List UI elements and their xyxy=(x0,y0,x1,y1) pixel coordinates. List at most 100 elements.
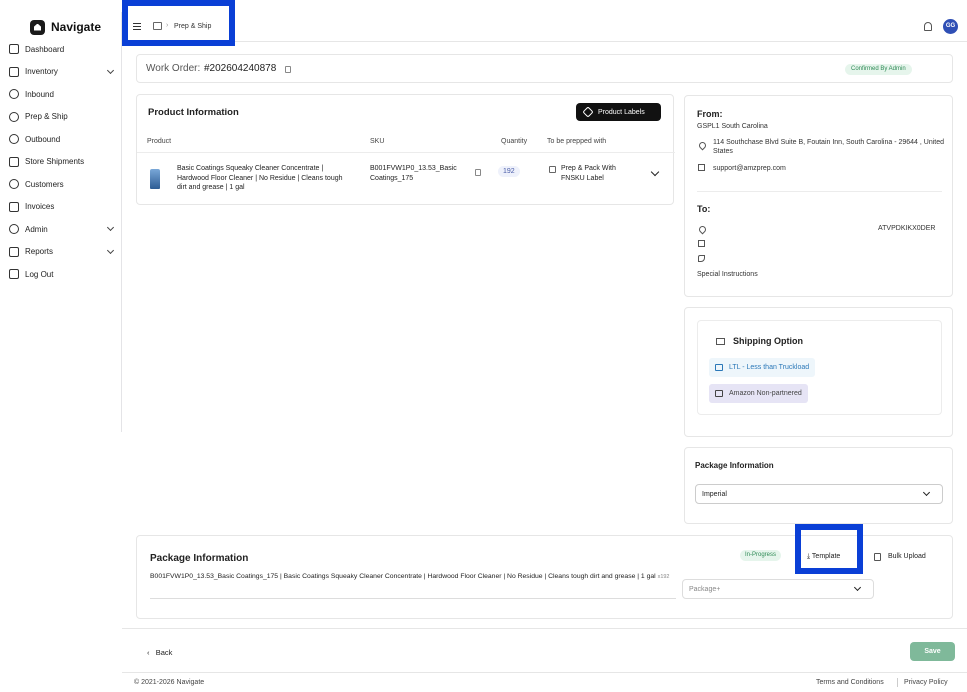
sidebar-item-label: Inventory xyxy=(25,67,58,77)
product-info-title: Product Information xyxy=(148,107,239,118)
sidebar-item-store-shipments[interactable]: Store Shipments xyxy=(0,151,121,174)
column-header-quantity: Quantity xyxy=(501,138,528,145)
top-header: › Prep & Ship GG xyxy=(122,0,967,46)
users-icon xyxy=(9,179,19,190)
from-email[interactable]: support@amzprep.com xyxy=(713,164,786,173)
sidebar-item-label: Prep & Ship xyxy=(25,112,68,122)
brand[interactable]: Navigate xyxy=(0,12,121,36)
outbound-icon xyxy=(9,134,19,145)
phone-icon xyxy=(698,255,705,262)
sidebar-item-label: Log Out xyxy=(25,269,54,279)
bulk-upload-label: Bulk Upload xyxy=(888,553,926,560)
invoice-icon xyxy=(9,201,19,212)
from-heading: From: xyxy=(697,109,723,119)
divider xyxy=(137,152,675,153)
terms-link[interactable]: Terms and Conditions xyxy=(816,679,884,686)
product-sku: B001FVW1P0_13.53_Basic Coatings_175 xyxy=(370,165,457,182)
unit-select[interactable]: Imperial xyxy=(695,484,943,504)
sidebar-item-label: Inbound xyxy=(25,89,54,99)
shipping-option-amazon-label: Amazon Non-partnered xyxy=(729,390,802,397)
unit-select-value: Imperial xyxy=(702,490,727,498)
product-labels-button[interactable]: Product Labels xyxy=(576,103,661,121)
shipping-option-ltl[interactable]: LTL - Less than Truckload xyxy=(709,358,816,377)
sidebar-item-admin[interactable]: Admin xyxy=(0,218,121,241)
divider xyxy=(897,678,898,687)
column-header-product: Product xyxy=(147,138,172,145)
product-name: Basic Coatings Squeaky Cleaner Concentra… xyxy=(177,165,343,191)
avatar[interactable]: GG xyxy=(943,19,958,34)
truck-icon xyxy=(716,338,725,345)
package-product-text: B001FVW1P0_13.53_Basic Coatings_175 | Ba… xyxy=(150,573,656,580)
tag-icon xyxy=(582,106,594,118)
sidebar-item-dashboard[interactable]: Dashboard xyxy=(0,38,121,61)
shipping-option-card: Shipping Option LTL - Less than Truckloa… xyxy=(684,307,953,437)
chevron-down-icon xyxy=(922,488,931,497)
prep-method-label: Prep & Pack With FNSKU Label xyxy=(561,165,616,182)
shipping-option-amazon[interactable]: Amazon Non-partnered xyxy=(709,384,808,403)
label-icon xyxy=(549,166,556,173)
shipping-option-title: Shipping Option xyxy=(733,336,803,346)
sidebar-item-label: Store Shipments xyxy=(25,157,85,167)
bell-icon[interactable] xyxy=(924,22,932,31)
sidebar-item-label: Outbound xyxy=(25,134,61,144)
product-labels-label: Product Labels xyxy=(598,108,645,116)
location-icon xyxy=(697,224,708,235)
location-icon xyxy=(697,140,708,151)
sidebar: Navigate Dashboard Inventory Inbound Pre… xyxy=(0,12,122,432)
back-label: Back xyxy=(155,648,173,657)
sidebar-item-outbound[interactable]: Outbound xyxy=(0,128,121,151)
sidebar-item-inbound[interactable]: Inbound xyxy=(0,83,121,106)
copy-icon[interactable] xyxy=(475,169,481,176)
divider xyxy=(122,672,967,673)
sidebar-nav: Dashboard Inventory Inbound Prep & Ship … xyxy=(0,38,121,286)
mail-icon xyxy=(698,164,705,171)
status-badge: Confirmed By Admin xyxy=(845,64,912,75)
divider xyxy=(122,628,967,629)
chevron-down-icon[interactable] xyxy=(650,167,660,177)
work-order-card: Work Order: #202604240878 Confirmed By A… xyxy=(136,54,953,83)
sidebar-item-reports[interactable]: Reports xyxy=(0,241,121,264)
from-name: GSPL1 South Carolina xyxy=(697,123,768,130)
chevron-down-icon xyxy=(106,246,115,254)
column-header-sku: SKU xyxy=(370,138,385,145)
sidebar-item-invoices[interactable]: Invoices xyxy=(0,196,121,219)
package-product-description: B001FVW1P0_13.53_Basic Coatings_175 | Ba… xyxy=(150,572,680,582)
sidebar-item-label: Reports xyxy=(25,247,54,257)
copyright: © 2021-2026 Navigate xyxy=(134,679,205,686)
work-order-label: Work Order: xyxy=(146,63,201,74)
package-product-qty: x192 xyxy=(657,574,670,580)
back-button[interactable]: ‹ Back xyxy=(147,648,172,657)
privacy-link[interactable]: Privacy Policy xyxy=(904,679,948,686)
bulk-upload-button[interactable]: Bulk Upload xyxy=(874,553,926,561)
sidebar-item-prep-ship[interactable]: Prep & Ship xyxy=(0,106,121,129)
inbound-icon xyxy=(9,89,19,100)
divider xyxy=(150,598,676,599)
brand-name: Navigate xyxy=(51,20,102,34)
report-icon xyxy=(9,246,19,257)
store-icon xyxy=(9,156,19,167)
chevron-down-icon xyxy=(853,583,862,592)
special-instructions-label: Special Instructions xyxy=(697,271,758,278)
work-order-number: #202604240878 xyxy=(204,63,277,74)
sidebar-item-label: Customers xyxy=(25,179,64,189)
divider xyxy=(697,191,942,192)
package-select[interactable]: Package+ xyxy=(682,579,874,599)
chevron-down-icon xyxy=(106,66,115,74)
sidebar-item-customers[interactable]: Customers xyxy=(0,173,121,196)
save-button[interactable]: Save xyxy=(910,642,955,661)
home-icon xyxy=(9,44,19,55)
product-image xyxy=(150,169,160,189)
copy-icon xyxy=(874,553,881,561)
sidebar-item-label: Admin xyxy=(25,224,48,234)
app-root: Navigate Dashboard Inventory Inbound Pre… xyxy=(0,0,967,692)
shipping-option-ltl-label: LTL - Less than Truckload xyxy=(729,364,810,371)
highlight-box-template xyxy=(795,524,863,574)
sidebar-item-inventory[interactable]: Inventory xyxy=(0,61,121,84)
copy-icon[interactable] xyxy=(285,66,291,73)
address-card: From: GSPL1 South Carolina 114 Southchas… xyxy=(684,95,953,297)
prep-method: Prep & Pack With FNSKU Label xyxy=(549,164,634,183)
sidebar-item-label: Dashboard xyxy=(25,44,65,54)
sidebar-item-logout[interactable]: Log Out xyxy=(0,263,121,286)
package-info-title: Package Information xyxy=(150,553,249,564)
package-select-placeholder: Package+ xyxy=(689,585,721,593)
